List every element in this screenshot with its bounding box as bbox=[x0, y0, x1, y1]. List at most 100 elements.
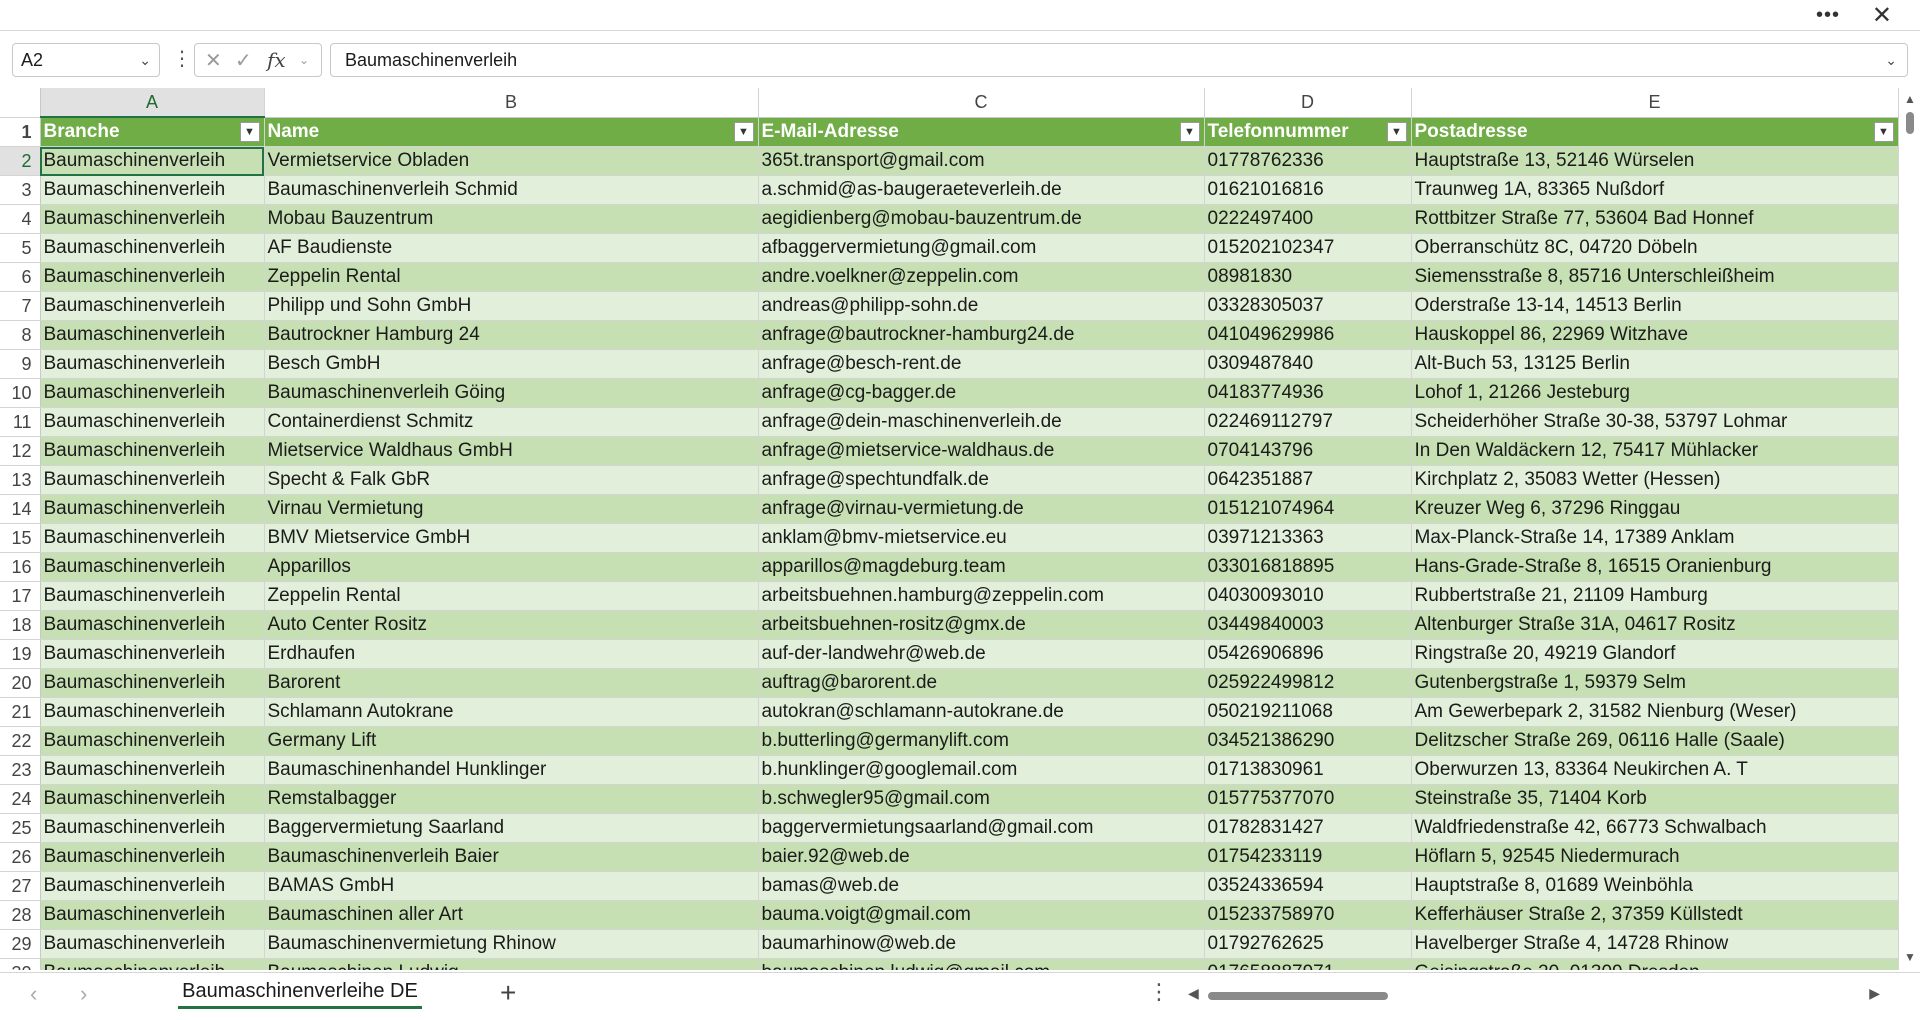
close-icon[interactable]: ✕ bbox=[1872, 1, 1892, 30]
table-cell[interactable]: anklam@bmv-mietservice.eu bbox=[758, 523, 1205, 553]
expand-formula-icon[interactable]: ⌄ bbox=[1885, 44, 1897, 76]
table-cell[interactable]: Specht & Falk GbR bbox=[264, 465, 759, 495]
table-cell[interactable]: b.hunklinger@googlemail.com bbox=[758, 755, 1205, 785]
table-cell[interactable]: baggervermietungsaarland@gmail.com bbox=[758, 813, 1205, 843]
table-cell[interactable]: Hauptstraße 8, 01689 Weinböhla bbox=[1411, 871, 1899, 901]
table-cell[interactable]: 08981830 bbox=[1204, 262, 1412, 292]
row-number[interactable]: 4 bbox=[0, 204, 41, 234]
table-cell[interactable]: Baumaschinenverleih bbox=[40, 233, 265, 263]
add-sheet-button[interactable]: + bbox=[500, 977, 516, 1009]
table-cell[interactable]: auf-der-landwehr@web.de bbox=[758, 639, 1205, 669]
table-cell[interactable]: 022469112797 bbox=[1204, 407, 1412, 437]
table-cell[interactable]: Baumaschinenverleih bbox=[40, 842, 265, 872]
row-number[interactable]: 19 bbox=[0, 639, 41, 669]
scroll-up-icon[interactable]: ▲ bbox=[1904, 92, 1916, 106]
table-cell[interactable]: Rottbitzer Straße 77, 53604 Bad Honnef bbox=[1411, 204, 1899, 234]
table-cell[interactable]: afbaggervermietung@gmail.com bbox=[758, 233, 1205, 263]
column-header[interactable]: C bbox=[758, 88, 1205, 118]
table-cell[interactable]: anfrage@cg-bagger.de bbox=[758, 378, 1205, 408]
table-cell[interactable]: Alt-Buch 53, 13125 Berlin bbox=[1411, 349, 1899, 379]
row-number[interactable]: 15 bbox=[0, 523, 41, 553]
vertical-dots-icon[interactable]: ⋮ bbox=[1148, 979, 1170, 1005]
table-cell[interactable]: Kreuzer Weg 6, 37296 Ringgau bbox=[1411, 494, 1899, 524]
table-cell[interactable]: 05426906896 bbox=[1204, 639, 1412, 669]
table-cell[interactable]: Baumaschinenverleih Schmid bbox=[264, 175, 759, 205]
table-cell[interactable]: Geisingstraße 20, 01309 Dresden bbox=[1411, 958, 1899, 970]
table-cell[interactable]: apparillos@magdeburg.team bbox=[758, 552, 1205, 582]
scroll-thumb[interactable] bbox=[1208, 992, 1388, 1000]
table-cell[interactable]: Baumaschinenverleih bbox=[40, 581, 265, 611]
scroll-right-icon[interactable]: ▶ bbox=[1869, 985, 1880, 1002]
table-cell[interactable]: Baumaschinenverleih bbox=[40, 900, 265, 930]
row-number[interactable]: 11 bbox=[0, 407, 41, 437]
table-cell[interactable]: Hauskoppel 86, 22969 Witzhave bbox=[1411, 320, 1899, 350]
filter-dropdown-icon[interactable]: ▼ bbox=[1179, 121, 1200, 142]
table-cell[interactable]: Baumaschinenverleih bbox=[40, 552, 265, 582]
table-cell[interactable]: Baumaschinenhandel Hunklinger bbox=[264, 755, 759, 785]
row-number[interactable]: 22 bbox=[0, 726, 41, 756]
table-cell[interactable]: Baumaschinenverleih bbox=[40, 465, 265, 495]
row-number[interactable]: 18 bbox=[0, 610, 41, 640]
previous-sheet-icon[interactable]: ‹ bbox=[30, 981, 37, 1007]
row-number[interactable]: 29 bbox=[0, 929, 41, 959]
more-options-icon[interactable]: ••• bbox=[1816, 4, 1840, 27]
filter-dropdown-icon[interactable]: ▼ bbox=[733, 121, 754, 142]
table-cell[interactable]: Baumaschinenverleih bbox=[40, 320, 265, 350]
table-cell[interactable]: 04183774936 bbox=[1204, 378, 1412, 408]
table-cell[interactable]: Hauptstraße 13, 52146 Würselen bbox=[1411, 146, 1899, 176]
table-cell[interactable]: Oberwurzen 13, 83364 Neukirchen A. T bbox=[1411, 755, 1899, 785]
table-cell[interactable]: Baumaschinenverleih bbox=[40, 262, 265, 292]
table-cell[interactable]: Baumaschinenverleih bbox=[40, 958, 265, 970]
table-cell[interactable]: anfrage@virnau-vermietung.de bbox=[758, 494, 1205, 524]
vertical-scrollbar[interactable]: ▲ ▼ bbox=[1900, 88, 1920, 970]
table-cell[interactable]: Mietservice Waldhaus GmbH bbox=[264, 436, 759, 466]
table-cell[interactable]: Delitzscher Straße 269, 06116 Halle (Saa… bbox=[1411, 726, 1899, 756]
table-cell[interactable]: Baumaschinenverleih bbox=[40, 639, 265, 669]
table-cell[interactable]: Lohof 1, 21266 Jesteburg bbox=[1411, 378, 1899, 408]
table-cell[interactable]: bauma.voigt@gmail.com bbox=[758, 900, 1205, 930]
name-box[interactable]: A2 ⌄ bbox=[12, 43, 160, 77]
table-cell[interactable]: Baumaschinenvermietung Rhinow bbox=[264, 929, 759, 959]
table-cell[interactable]: 0704143796 bbox=[1204, 436, 1412, 466]
table-cell[interactable]: Hans-Grade-Straße 8, 16515 Oranienburg bbox=[1411, 552, 1899, 582]
table-cell[interactable]: 01713830961 bbox=[1204, 755, 1412, 785]
next-sheet-icon[interactable]: › bbox=[80, 981, 87, 1007]
scroll-down-icon[interactable]: ▼ bbox=[1904, 950, 1916, 964]
table-cell[interactable]: andre.voelkner@zeppelin.com bbox=[758, 262, 1205, 292]
row-number[interactable]: 24 bbox=[0, 784, 41, 814]
row-number[interactable]: 10 bbox=[0, 378, 41, 408]
table-cell[interactable]: BMV Mietservice GmbH bbox=[264, 523, 759, 553]
table-cell[interactable]: Bautrockner Hamburg 24 bbox=[264, 320, 759, 350]
row-number[interactable]: 17 bbox=[0, 581, 41, 611]
table-cell[interactable]: Barorent bbox=[264, 668, 759, 698]
row-number[interactable]: 16 bbox=[0, 552, 41, 582]
table-cell[interactable]: anfrage@bautrockner-hamburg24.de bbox=[758, 320, 1205, 350]
column-header[interactable]: D bbox=[1204, 88, 1412, 118]
table-cell[interactable]: aegidienberg@mobau-bauzentrum.de bbox=[758, 204, 1205, 234]
table-cell[interactable]: Schlamann Autokrane bbox=[264, 697, 759, 727]
table-cell[interactable]: 04030093010 bbox=[1204, 581, 1412, 611]
table-cell[interactable]: Auto Center Rositz bbox=[264, 610, 759, 640]
table-cell[interactable]: Baumaschinenverleih bbox=[40, 378, 265, 408]
table-cell[interactable]: auftrag@barorent.de bbox=[758, 668, 1205, 698]
table-cell[interactable]: Baumaschinenverleih bbox=[40, 146, 265, 176]
table-cell[interactable]: Kirchplatz 2, 35083 Wetter (Hessen) bbox=[1411, 465, 1899, 495]
table-cell[interactable]: Baumaschinenverleih bbox=[40, 523, 265, 553]
row-number[interactable]: 3 bbox=[0, 175, 41, 205]
column-header[interactable]: A bbox=[40, 88, 265, 118]
row-number[interactable]: 7 bbox=[0, 291, 41, 321]
table-cell[interactable]: anfrage@spechtundfalk.de bbox=[758, 465, 1205, 495]
row-number[interactable]: 30 bbox=[0, 958, 41, 970]
table-cell[interactable]: autokran@schlamann-autokrane.de bbox=[758, 697, 1205, 727]
cancel-icon[interactable]: ✕ bbox=[205, 48, 222, 73]
table-cell[interactable]: Max-Planck-Straße 14, 17389 Anklam bbox=[1411, 523, 1899, 553]
table-cell[interactable]: Baumaschinenverleih bbox=[40, 349, 265, 379]
table-cell[interactable]: 015202102347 bbox=[1204, 233, 1412, 263]
table-cell[interactable]: Containerdienst Schmitz bbox=[264, 407, 759, 437]
table-cell[interactable]: anfrage@besch-rent.de bbox=[758, 349, 1205, 379]
row-number[interactable]: 12 bbox=[0, 436, 41, 466]
formula-input[interactable]: Baumaschinenverleih ⌄ bbox=[330, 43, 1908, 77]
table-cell[interactable]: 015775377070 bbox=[1204, 784, 1412, 814]
table-cell[interactable]: Baumaschinenverleih bbox=[40, 726, 265, 756]
table-cell[interactable]: Erdhaufen bbox=[264, 639, 759, 669]
